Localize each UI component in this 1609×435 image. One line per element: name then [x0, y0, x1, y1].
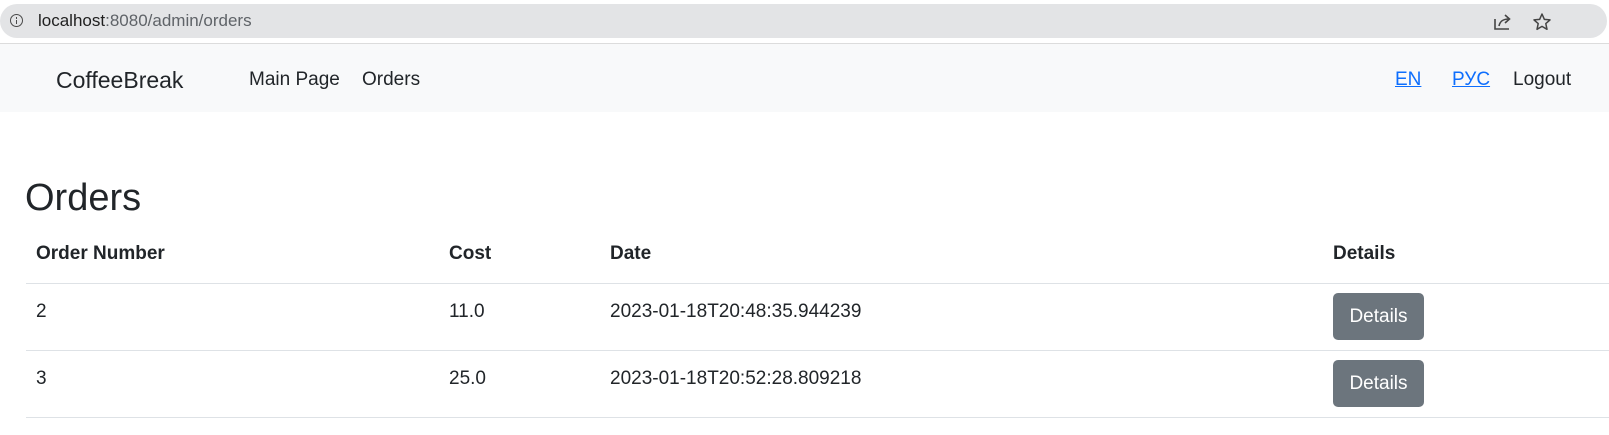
table-row: 2 11.0 2023-01-18T20:48:35.944239 Detail…	[26, 284, 1609, 351]
cost-cell: 25.0	[449, 368, 486, 389]
url-host: localhost	[38, 11, 106, 30]
table-row: 3 25.0 2023-01-18T20:52:28.809218 Detail…	[26, 351, 1609, 418]
date-cell: 2023-01-18T20:48:35.944239	[610, 301, 862, 322]
lang-en-link[interactable]: EN	[1395, 68, 1421, 92]
nav-orders-link[interactable]: Orders	[362, 68, 420, 92]
order-number-cell: 2	[36, 301, 47, 322]
address-bar[interactable]: localhost:8080/admin/orders	[0, 4, 1607, 38]
page-title: Orders	[25, 177, 142, 219]
brand-link[interactable]: CoffeeBreak	[56, 66, 183, 94]
nav-main-page-link[interactable]: Main Page	[249, 68, 340, 92]
details-button[interactable]: Details	[1333, 360, 1424, 407]
orders-table: Order Number Cost Date Details 2 11.0 20…	[26, 238, 1609, 418]
url-path: :8080/admin/orders	[105, 11, 252, 30]
logout-link[interactable]: Logout	[1513, 68, 1571, 92]
table-header-row: Order Number Cost Date Details	[26, 238, 1609, 284]
share-icon[interactable]	[1492, 12, 1514, 32]
lang-ru-link[interactable]: РУС	[1452, 68, 1490, 92]
details-button[interactable]: Details	[1333, 293, 1424, 340]
order-number-cell: 3	[36, 368, 47, 389]
bookmark-star-icon[interactable]	[1532, 12, 1552, 32]
column-header-date: Date	[610, 243, 652, 264]
cost-cell: 11.0	[449, 301, 485, 322]
url-text[interactable]: localhost:8080/admin/orders	[38, 12, 252, 30]
navbar: CoffeeBreak Main Page Orders EN РУС Logo…	[0, 44, 1609, 112]
info-icon[interactable]	[10, 14, 23, 27]
column-header-details: Details	[1333, 243, 1396, 264]
date-cell: 2023-01-18T20:52:28.809218	[610, 368, 862, 389]
browser-bar: localhost:8080/admin/orders	[0, 0, 1609, 44]
column-header-cost: Cost	[449, 243, 492, 264]
column-header-order-number: Order Number	[36, 243, 165, 264]
